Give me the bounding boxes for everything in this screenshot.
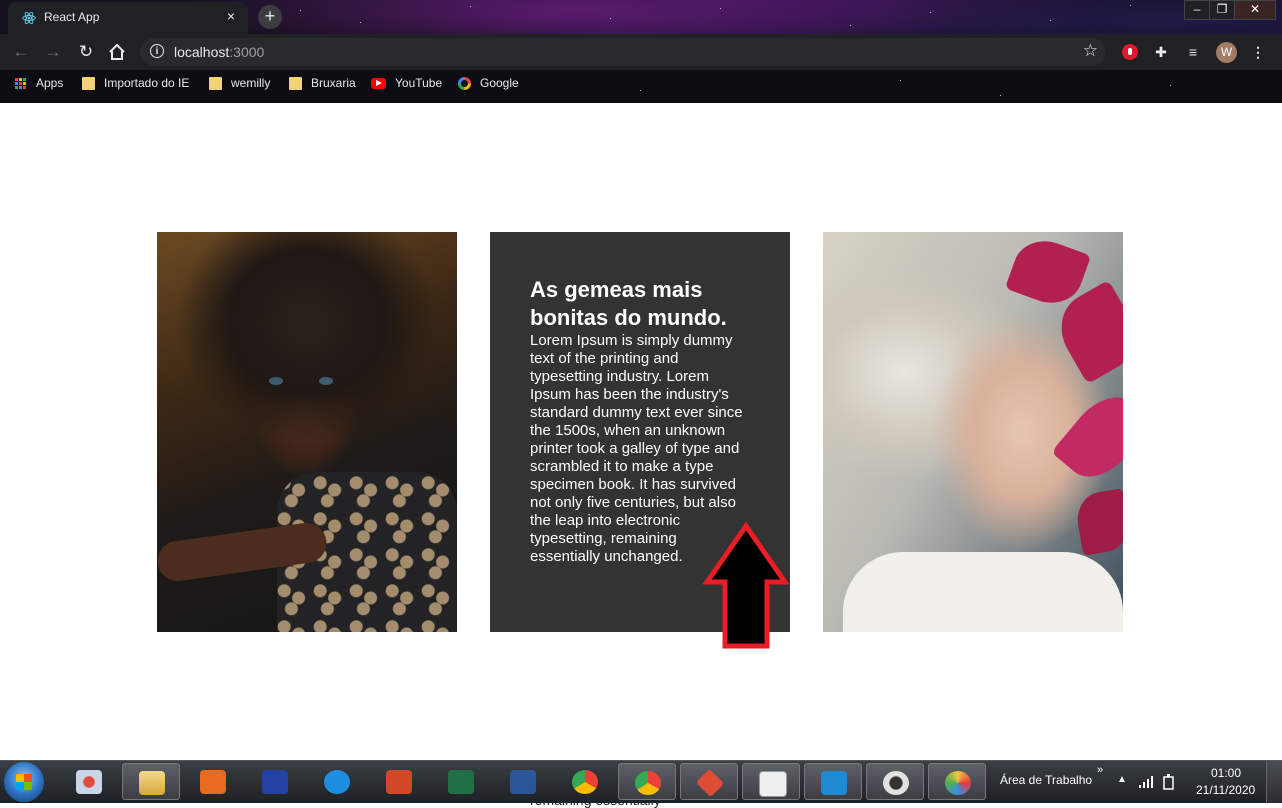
paint-icon	[945, 771, 971, 795]
taskbar-explorer[interactable]	[122, 763, 180, 800]
power-icon[interactable]	[1162, 774, 1176, 790]
folder-icon	[82, 76, 95, 90]
reload-icon[interactable]: ↻	[75, 41, 97, 63]
address-bar[interactable]: i localhost:3000 ☆	[140, 38, 1106, 66]
browser-tab[interactable]: React App ×	[8, 2, 248, 34]
restore-button[interactable]: ❐	[1209, 0, 1235, 20]
bookmark-wemilly[interactable]: wemilly	[209, 76, 270, 90]
react-icon	[22, 11, 36, 25]
windows-taskbar: Área de Trabalho » ▲ 01:00 21/11/2020	[0, 760, 1282, 803]
start-button[interactable]	[4, 762, 44, 802]
taskbar-chrome-profile[interactable]	[618, 763, 676, 800]
taskbar-media[interactable]	[184, 763, 242, 800]
flower-petal	[1073, 488, 1123, 556]
desktop-toolbar-label[interactable]: Área de Trabalho	[1000, 773, 1092, 787]
recorder-icon	[883, 771, 909, 795]
tray-expand-icon[interactable]: ▲	[1117, 774, 1127, 785]
media-queue-icon[interactable]: ≡	[1183, 42, 1203, 62]
network-icon[interactable]	[1138, 775, 1154, 789]
girl-photo-left	[157, 232, 457, 632]
taskbar-ie[interactable]	[308, 763, 366, 800]
toolbar-chevron-icon[interactable]: »	[1097, 764, 1103, 776]
bookmark-bruxaria[interactable]: Bruxaria	[289, 76, 356, 90]
extension-icon[interactable]	[1120, 42, 1140, 62]
close-window-button[interactable]: ✕	[1234, 0, 1276, 20]
eye	[269, 377, 283, 385]
word-icon	[510, 770, 536, 794]
new-tab-button[interactable]: +	[258, 5, 282, 29]
apps-icon	[15, 77, 26, 89]
taskbar-paint[interactable]	[928, 763, 986, 800]
puzzle-icon[interactable]: ✚	[1151, 42, 1171, 62]
home-icon[interactable]	[108, 43, 126, 61]
folder-icon	[289, 76, 302, 90]
bookmark-importado[interactable]: Importado do IE	[82, 76, 189, 90]
ie-icon	[324, 770, 350, 794]
chrome-icon	[572, 770, 598, 794]
app-icon	[262, 770, 288, 794]
excel-icon	[448, 770, 474, 794]
card-title: As gemeas mais bonitas do mundo.	[530, 277, 727, 330]
girl-photo-right	[823, 232, 1123, 632]
tab-close-icon[interactable]: ×	[222, 8, 240, 24]
taskbar-chrome[interactable]	[556, 763, 614, 800]
menu-icon[interactable]: ⋮	[1248, 42, 1268, 62]
folder-icon	[209, 76, 222, 90]
info-icon[interactable]: i	[150, 44, 164, 58]
chrome-icon	[635, 771, 661, 795]
avatar[interactable]: W	[1216, 42, 1237, 63]
window-icon	[759, 771, 787, 797]
clock-date[interactable]: 21/11/2020	[1196, 783, 1255, 797]
youtube-icon	[371, 77, 386, 89]
taskbar-app[interactable]	[246, 763, 304, 800]
back-icon[interactable]: ←	[10, 41, 32, 63]
taskbar-snipping[interactable]	[60, 763, 118, 800]
google-icon	[458, 76, 471, 90]
folder-icon	[139, 771, 165, 795]
bookmark-google[interactable]: Google	[458, 76, 519, 90]
minimize-button[interactable]: –	[1184, 0, 1210, 20]
powerpoint-icon	[386, 770, 412, 794]
taskbar-git[interactable]	[680, 763, 738, 800]
media-player-icon	[200, 770, 226, 794]
taskbar-excel[interactable]	[432, 763, 490, 800]
bookmarks-bar: Apps Importado do IE wemilly Bruxaria Yo…	[0, 70, 1282, 98]
scissors-icon	[76, 770, 102, 794]
taskbar-vscode[interactable]	[804, 763, 862, 800]
taskbar-obs[interactable]	[866, 763, 924, 800]
eye	[319, 377, 333, 385]
tab-title: React App	[44, 10, 100, 24]
show-desktop-button[interactable]	[1266, 761, 1282, 803]
clock-time[interactable]: 01:00	[1211, 766, 1241, 780]
bookmark-apps[interactable]: Apps	[15, 76, 63, 90]
flower-petal	[1051, 383, 1123, 491]
red-arrow-annotation	[703, 522, 789, 649]
taskbar-word[interactable]	[494, 763, 552, 800]
bookmark-star-icon[interactable]: ☆	[1083, 41, 1098, 61]
taskbar-window[interactable]	[742, 763, 800, 800]
forward-icon[interactable]: →	[42, 41, 64, 63]
vscode-icon	[821, 771, 847, 795]
git-icon	[695, 768, 725, 798]
browser-chrome: React App × + – ❐ ✕ ← → ↻ i localhost:30…	[0, 0, 1282, 103]
bookmark-youtube[interactable]: YouTube	[371, 76, 442, 90]
white-dress	[843, 552, 1123, 632]
taskbar-powerpoint[interactable]	[370, 763, 428, 800]
url-text: localhost:3000	[174, 44, 265, 60]
toolbar: ← → ↻ i localhost:3000 ☆ ✚ ≡ W ⋮	[0, 34, 1282, 70]
